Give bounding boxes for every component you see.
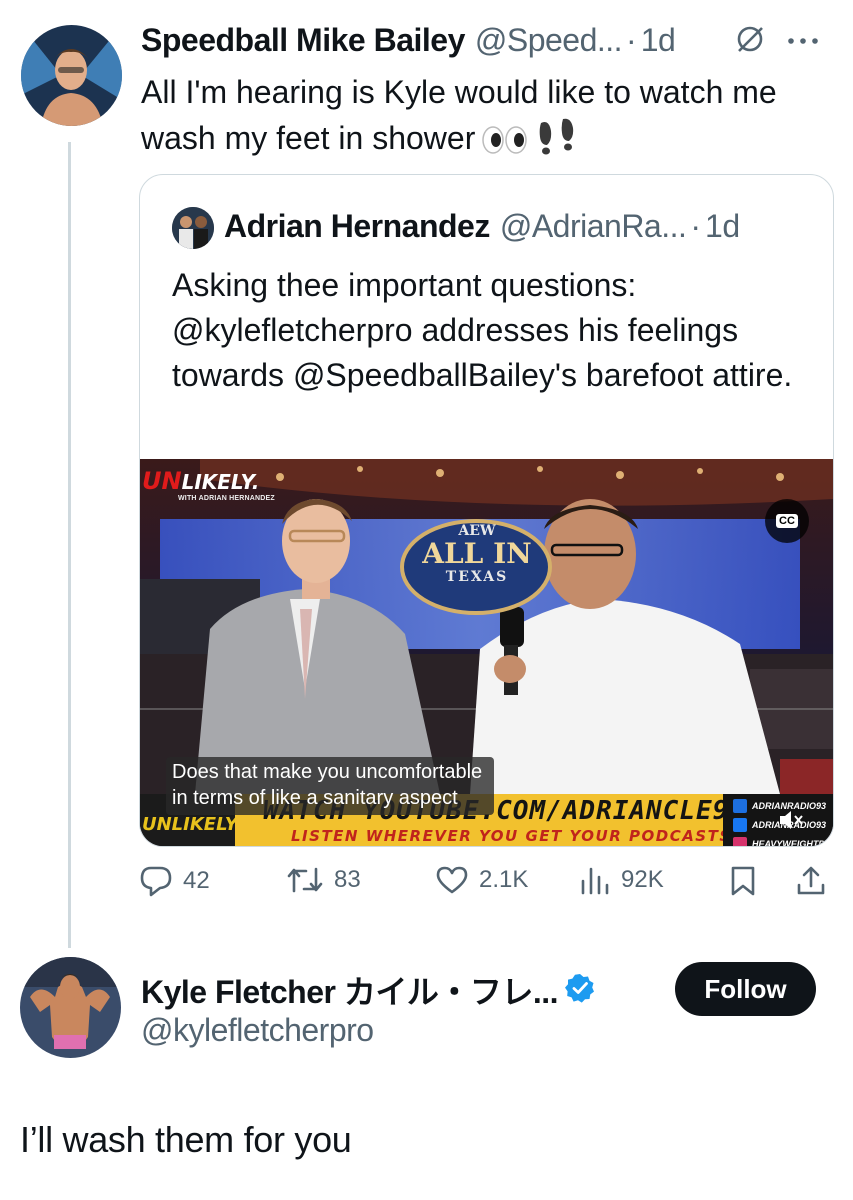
tweet-text-body: All I'm hearing is Kyle would like to wa… (141, 74, 777, 156)
grok-icon[interactable] (735, 24, 765, 59)
quoted-tweet-header: Adrian Hernandez @AdrianRa... · 1d (224, 208, 740, 245)
verified-badge-icon (564, 972, 596, 1009)
views-count: 92K (621, 866, 664, 893)
user-name-row: Kyle Fletcher カイル・フレ... (141, 967, 596, 1013)
reply-button[interactable]: 42 (139, 865, 210, 897)
banner-sub-text: LISTEN WHEREVER YOU GET YOUR PODCASTS (291, 827, 732, 845)
thread-connector-line (68, 142, 71, 948)
video-caption: Does that make you uncomfortable in term… (166, 757, 495, 815)
views-button[interactable]: 92K (579, 865, 664, 895)
event-sign: AEW ALL IN TEXAS (402, 523, 552, 585)
caption-line: in terms of like a sanitary aspect (172, 787, 458, 809)
avatar[interactable] (21, 25, 122, 126)
share-icon (797, 866, 825, 895)
repost-icon (287, 867, 323, 893)
x-icon (733, 799, 747, 813)
avatar[interactable] (20, 957, 121, 1058)
logo-likely: LIKELY. (181, 470, 260, 494)
quoted-author-handle[interactable]: @AdrianRa... (500, 208, 687, 245)
share-button[interactable] (795, 865, 827, 897)
follow-button[interactable]: Follow (675, 962, 816, 1016)
closed-captions-button[interactable]: CC (765, 499, 809, 543)
instagram-icon (733, 837, 747, 846)
show-logo: UNLIKELY. WITH ADRIAN HERNANDEZ (142, 467, 275, 502)
tweet-text: All I'm hearing is Kyle would like to wa… (141, 70, 841, 167)
quoted-author-name[interactable]: Adrian Hernandez (224, 208, 490, 245)
quoted-tweet-card[interactable]: Adrian Hernandez @AdrianRa... · 1d Askin… (139, 174, 834, 847)
quoted-timestamp[interactable]: 1d (705, 208, 740, 245)
heart-icon (436, 866, 468, 894)
views-icon (581, 867, 609, 895)
separator-dot: · (690, 208, 702, 244)
caption-line: Does that make you uncomfortable (172, 761, 483, 783)
reply-icon (140, 866, 172, 897)
quoted-tweet-text: Asking thee important questions: @kylefl… (172, 267, 793, 393)
bookmark-icon (731, 866, 755, 896)
author-name[interactable]: Speedball Mike Bailey (141, 22, 465, 59)
cc-icon: CC (776, 514, 798, 528)
sign-line-2: ALL IN (422, 537, 532, 570)
quoted-avatar[interactable] (172, 207, 214, 249)
tweet-text: I’ll wash them for you (20, 1119, 352, 1160)
user-handle[interactable]: @kylefletcherpro (141, 1012, 374, 1049)
repost-count: 83 (334, 866, 361, 893)
muted-speaker-icon (780, 811, 803, 829)
tweet-header-icons (735, 24, 819, 59)
repost-button[interactable]: 83 (286, 865, 361, 895)
logo-un: UN (142, 467, 182, 495)
like-count: 2.1K (479, 866, 529, 893)
reply-count: 42 (183, 867, 210, 894)
banner-logo-text: UNLIKELY. (142, 814, 242, 835)
logo-subtitle: WITH ADRIAN HERNANDEZ (178, 495, 275, 502)
tweet-actions: 42 83 2.1K 92K (139, 865, 834, 905)
mute-button[interactable] (778, 808, 804, 837)
tweet-header: Speedball Mike Bailey @Speed... · 1d (141, 22, 676, 59)
social-handle: HEAVYWEIGHTP (752, 839, 825, 847)
facebook-icon (733, 818, 747, 832)
footprints-emoji (535, 115, 579, 167)
user-display-name[interactable]: Kyle Fletcher カイル・フレ... (141, 967, 559, 1013)
more-options-icon[interactable] (787, 33, 819, 51)
video-player[interactable]: AEW ALL IN TEXAS UNLIKELY. WITH ADRIAN H… (140, 459, 833, 847)
bookmark-button[interactable] (729, 865, 757, 897)
like-button[interactable]: 2.1K (435, 865, 528, 895)
separator-dot: · (626, 22, 637, 58)
eyes-emoji (481, 122, 529, 167)
author-handle[interactable]: @Speed... (475, 22, 623, 59)
sign-line-3: TEXAS (445, 569, 509, 585)
timestamp[interactable]: 1d (641, 22, 676, 59)
